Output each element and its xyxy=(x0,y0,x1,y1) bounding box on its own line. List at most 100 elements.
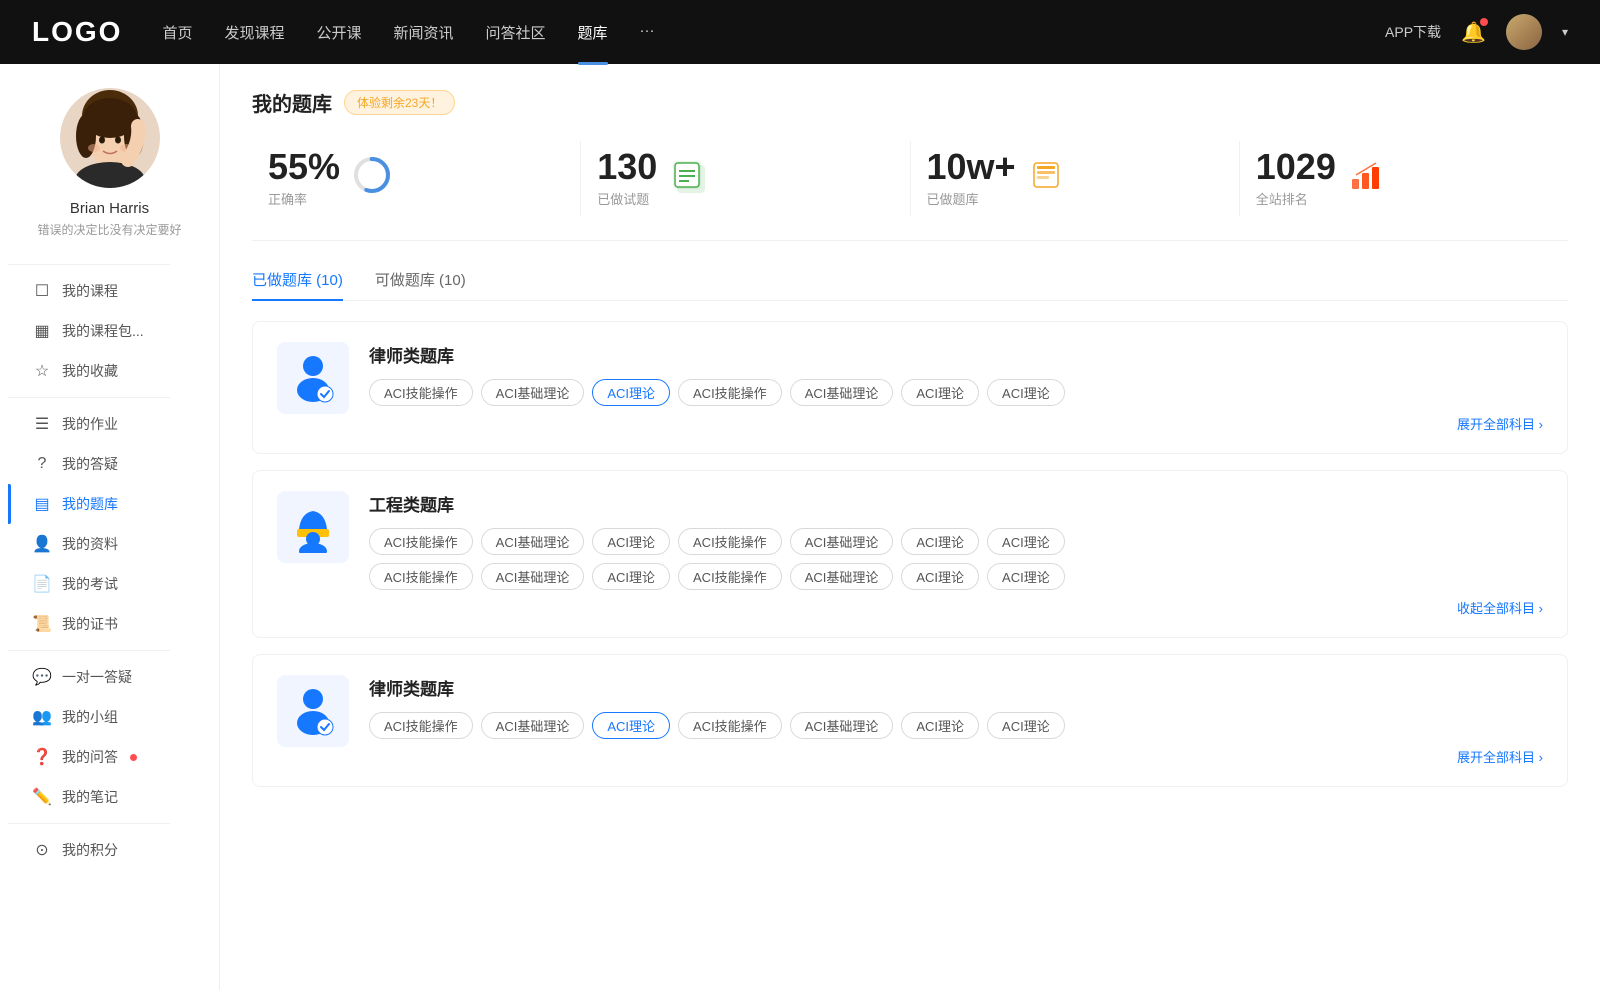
main-content: 我的题库 体验剩余23天！ 55% 正确率 xyxy=(220,64,1600,990)
star-icon: ☆ xyxy=(32,361,52,381)
eng-tag-r2-2[interactable]: ACI理论 xyxy=(592,563,670,590)
bank-title-lawyer-1: 律师类题库 xyxy=(369,342,1543,367)
done-banks-icon xyxy=(1028,157,1064,200)
sidebar-item-tutoring[interactable]: 💬 一对一答疑 xyxy=(8,657,211,697)
done-questions-label: 已做试题 xyxy=(597,189,657,208)
nav-discover[interactable]: 发现课程 xyxy=(224,22,284,43)
sidebar-item-notes[interactable]: ✏️ 我的笔记 xyxy=(8,777,211,817)
bank-tags-lawyer-2: ACI技能操作 ACI基础理论 ACI理论 ACI技能操作 ACI基础理论 AC… xyxy=(369,712,1543,739)
sidebar-item-homework[interactable]: ☰ 我的作业 xyxy=(8,404,211,444)
tab-available-banks[interactable]: 可做题库 (10) xyxy=(375,269,466,300)
l2-tag-2[interactable]: ACI理论 xyxy=(592,712,670,739)
nav-more[interactable]: ··· xyxy=(640,22,655,43)
bank-title-engineering: 工程类题库 xyxy=(369,491,1543,516)
avatar-dropdown-arrow[interactable]: ▾ xyxy=(1562,25,1568,39)
nav-quiz[interactable]: 题库 xyxy=(578,22,608,43)
tag-5[interactable]: ACI理论 xyxy=(901,379,979,406)
tabs-row: 已做题库 (10) 可做题库 (10) xyxy=(252,269,1568,301)
tag-3[interactable]: ACI技能操作 xyxy=(678,379,782,406)
done-banks-label: 已做题库 xyxy=(927,189,1016,208)
eng-tag-0[interactable]: ACI技能操作 xyxy=(369,528,473,555)
tag-1[interactable]: ACI基础理论 xyxy=(481,379,585,406)
l2-tag-5[interactable]: ACI理论 xyxy=(901,712,979,739)
homework-icon: ☰ xyxy=(32,414,52,434)
bank-title-lawyer-2: 律师类题库 xyxy=(369,675,1543,700)
collapse-engineering[interactable]: 收起全部科目 › xyxy=(369,598,1543,617)
bank-card-lawyer-1: 律师类题库 ACI技能操作 ACI基础理论 ACI理论 ACI技能操作 ACI基… xyxy=(252,321,1568,454)
navbar: LOGO 首页 发现课程 公开课 新闻资讯 问答社区 题库 ··· APP下载 … xyxy=(0,0,1600,64)
nav-links: 首页 发现课程 公开课 新闻资讯 问答社区 题库 ··· xyxy=(162,22,1345,43)
sidebar-item-groups[interactable]: 👥 我的小组 xyxy=(8,697,211,737)
sidebar-item-qa[interactable]: ? 我的答疑 xyxy=(8,444,211,484)
eng-tag-4[interactable]: ACI基础理论 xyxy=(790,528,894,555)
sidebar-item-profile[interactable]: 👤 我的资料 xyxy=(8,524,211,564)
sidebar-divider-2 xyxy=(8,397,170,398)
notification-dot xyxy=(1480,18,1488,26)
eng-tag-1[interactable]: ACI基础理论 xyxy=(481,528,585,555)
sidebar-avatar-wrap xyxy=(60,88,160,188)
eng-tag-6[interactable]: ACI理论 xyxy=(987,528,1065,555)
l2-tag-4[interactable]: ACI基础理论 xyxy=(790,712,894,739)
tag-4[interactable]: ACI基础理论 xyxy=(790,379,894,406)
l2-tag-6[interactable]: ACI理论 xyxy=(987,712,1065,739)
bank-tags-engineering-row2: ACI技能操作 ACI基础理论 ACI理论 ACI技能操作 ACI基础理论 AC… xyxy=(369,563,1543,590)
eng-tag-r2-5[interactable]: ACI理论 xyxy=(901,563,979,590)
rank-icon xyxy=(1348,157,1384,200)
accuracy-value: 55% xyxy=(268,149,340,185)
avatar-image xyxy=(1506,14,1542,50)
bank-icon-lawyer-1 xyxy=(277,342,349,414)
page-title-row: 我的题库 体验剩余23天！ xyxy=(252,88,1568,117)
accuracy-label: 正确率 xyxy=(268,189,340,208)
navbar-right: APP下载 🔔 ▾ xyxy=(1385,14,1568,50)
tag-0[interactable]: ACI技能操作 xyxy=(369,379,473,406)
eng-tag-r2-6[interactable]: ACI理论 xyxy=(987,563,1065,590)
sidebar-item-points[interactable]: ⊙ 我的积分 xyxy=(8,830,211,870)
nav-opencourse[interactable]: 公开课 xyxy=(316,22,361,43)
eng-tag-2[interactable]: ACI理论 xyxy=(592,528,670,555)
l2-tag-0[interactable]: ACI技能操作 xyxy=(369,712,473,739)
eng-tag-r2-4[interactable]: ACI基础理论 xyxy=(790,563,894,590)
myqa-icon: ❓ xyxy=(32,747,52,767)
logo[interactable]: LOGO xyxy=(32,16,122,48)
sidebar-avatar-image xyxy=(60,88,160,188)
main-layout: Brian Harris 错误的决定比没有决定要好 ☐ 我的课程 ▦ 我的课程包… xyxy=(0,64,1600,990)
eng-tag-r2-1[interactable]: ACI基础理论 xyxy=(481,563,585,590)
lawyer-person-icon xyxy=(287,352,339,404)
expand-lawyer-2[interactable]: 展开全部科目 › xyxy=(369,747,1543,766)
myqa-badge xyxy=(130,754,137,761)
app-download-button[interactable]: APP下载 xyxy=(1385,22,1441,42)
sidebar-item-course[interactable]: ☐ 我的课程 xyxy=(8,271,211,311)
expand-lawyer-1[interactable]: 展开全部科目 › xyxy=(369,414,1543,433)
sidebar-user-motto: 错误的决定比没有决定要好 xyxy=(21,221,197,238)
notification-bell[interactable]: 🔔 xyxy=(1461,20,1486,45)
l2-tag-3[interactable]: ACI技能操作 xyxy=(678,712,782,739)
sidebar-divider-4 xyxy=(8,823,170,824)
eng-tag-r2-0[interactable]: ACI技能操作 xyxy=(369,563,473,590)
sidebar-item-coursepack[interactable]: ▦ 我的课程包... xyxy=(8,311,211,351)
nav-news[interactable]: 新闻资讯 xyxy=(394,22,454,43)
eng-tag-3[interactable]: ACI技能操作 xyxy=(678,528,782,555)
tag-6[interactable]: ACI理论 xyxy=(987,379,1065,406)
eng-tag-r2-3[interactable]: ACI技能操作 xyxy=(678,563,782,590)
sidebar-item-quizbank[interactable]: ▤ 我的题库 xyxy=(8,484,211,524)
tutoring-icon: 💬 xyxy=(32,667,52,687)
nav-qa[interactable]: 问答社区 xyxy=(486,22,546,43)
l2-tag-1[interactable]: ACI基础理论 xyxy=(481,712,585,739)
rank-value: 1029 xyxy=(1256,149,1336,185)
sidebar-item-certificate[interactable]: 📜 我的证书 xyxy=(8,604,211,644)
avatar[interactable] xyxy=(1506,14,1542,50)
sidebar-divider-3 xyxy=(8,650,170,651)
eng-tag-5[interactable]: ACI理论 xyxy=(901,528,979,555)
groups-icon: 👥 xyxy=(32,707,52,727)
tag-2[interactable]: ACI理论 xyxy=(592,379,670,406)
sidebar-item-favorites[interactable]: ☆ 我的收藏 xyxy=(8,351,211,391)
stat-accuracy: 55% 正确率 xyxy=(252,141,581,216)
bank-tags-engineering-row1: ACI技能操作 ACI基础理论 ACI理论 ACI技能操作 ACI基础理论 AC… xyxy=(369,528,1543,555)
sidebar: Brian Harris 错误的决定比没有决定要好 ☐ 我的课程 ▦ 我的课程包… xyxy=(0,64,220,990)
tab-done-banks[interactable]: 已做题库 (10) xyxy=(252,269,343,300)
sidebar-item-exam[interactable]: 📄 我的考试 xyxy=(8,564,211,604)
nav-home[interactable]: 首页 xyxy=(162,22,192,43)
lawyer-person-icon-2 xyxy=(287,685,339,737)
sidebar-user-name: Brian Harris xyxy=(70,200,149,217)
sidebar-item-myqa[interactable]: ❓ 我的问答 xyxy=(8,737,211,777)
